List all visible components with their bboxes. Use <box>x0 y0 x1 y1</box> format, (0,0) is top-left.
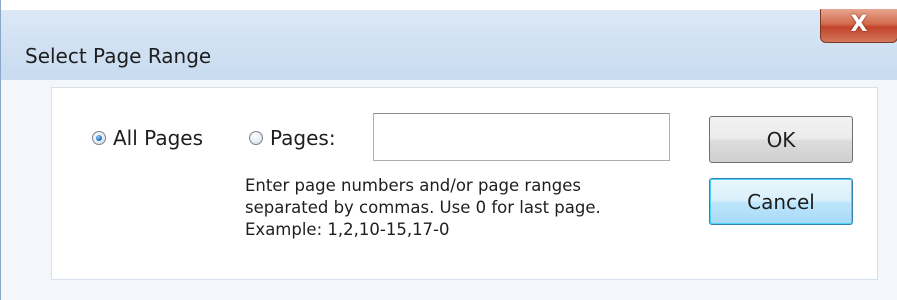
close-button[interactable]: X <box>820 9 897 43</box>
ok-button[interactable]: OK <box>709 116 853 163</box>
pages-label: Pages: <box>270 126 336 150</box>
page-range-hint: Enter page numbers and/or page ranges se… <box>245 175 715 241</box>
window-top-strip <box>1 0 897 10</box>
hint-line-2: separated by commas. Use 0 for last page… <box>245 198 601 217</box>
select-page-range-dialog: Select Page Range X All Pages Pages: Ent… <box>0 0 897 300</box>
pages-radio[interactable]: Pages: <box>249 126 336 150</box>
dialog-title: Select Page Range <box>25 44 212 68</box>
title-bar[interactable]: Select Page Range <box>1 10 897 80</box>
all-pages-radio[interactable]: All Pages <box>92 126 203 150</box>
radio-unselected-icon[interactable] <box>249 131 263 145</box>
close-icon: X <box>850 12 868 37</box>
hint-line-3: Example: 1,2,10-15,17-0 <box>245 220 450 239</box>
all-pages-label: All Pages <box>113 126 203 150</box>
dialog-content-panel: All Pages Pages: Enter page numbers and/… <box>51 87 878 280</box>
cancel-button[interactable]: Cancel <box>709 178 853 225</box>
pages-input[interactable] <box>373 113 670 161</box>
radio-selected-icon[interactable] <box>92 131 106 145</box>
hint-line-1: Enter page numbers and/or page ranges <box>245 176 581 195</box>
